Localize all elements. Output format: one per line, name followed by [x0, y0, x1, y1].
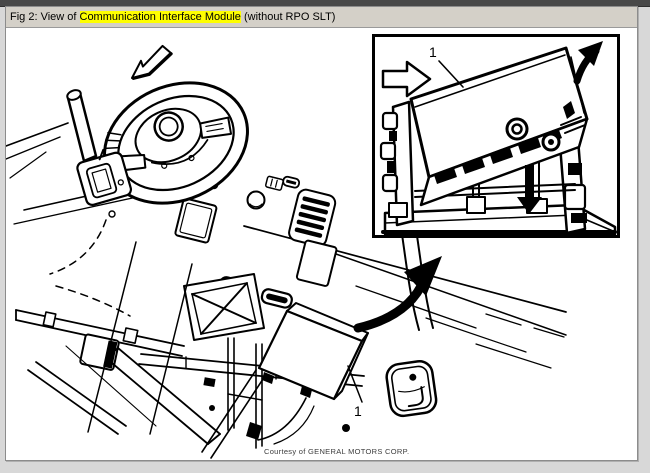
figure-title-highlighted-term: Communication Interface Module	[79, 11, 241, 23]
retainer-clip-part	[385, 360, 438, 418]
callout-label-main: 1	[354, 403, 362, 419]
module-detail-illustration: 1	[379, 41, 617, 235]
module-detail-inset: 1	[372, 34, 620, 238]
center-stack-brace	[183, 273, 265, 341]
figure-title-prefix: Fig 2: View of	[10, 11, 80, 23]
figure-viewer-panel: Fig 2: View of Communication Interface M…	[5, 6, 638, 461]
column-stalk	[66, 89, 98, 163]
figure-title-bar: Fig 2: View of Communication Interface M…	[6, 7, 637, 28]
callout-label-inset: 1	[429, 44, 437, 60]
dash-opening-rect	[295, 239, 338, 287]
direction-arrow-outline-left-icon	[131, 44, 173, 80]
rotate-up-arrow-icon	[573, 41, 603, 85]
column-screw	[108, 210, 116, 218]
steering-wheel	[103, 81, 249, 205]
figure-canvas: 1 1 Courtesy of GENERAL MOTORS CORP.	[6, 28, 635, 459]
figure-title-suffix: (without RPO SLT)	[240, 11, 336, 23]
service-info-figure-window: { "title_bar": { "prefix": "Fig 2: View …	[0, 0, 650, 473]
callout-leader-inset	[438, 60, 464, 88]
courtesy-note: Courtesy of GENERAL MOTORS CORP.	[264, 447, 410, 456]
communication-interface-module-detail	[409, 46, 589, 207]
hidden-outline-dashes	[49, 219, 131, 317]
insert-direction-arrow-right-icon	[381, 60, 432, 98]
left-mounting-bracket	[379, 100, 415, 227]
